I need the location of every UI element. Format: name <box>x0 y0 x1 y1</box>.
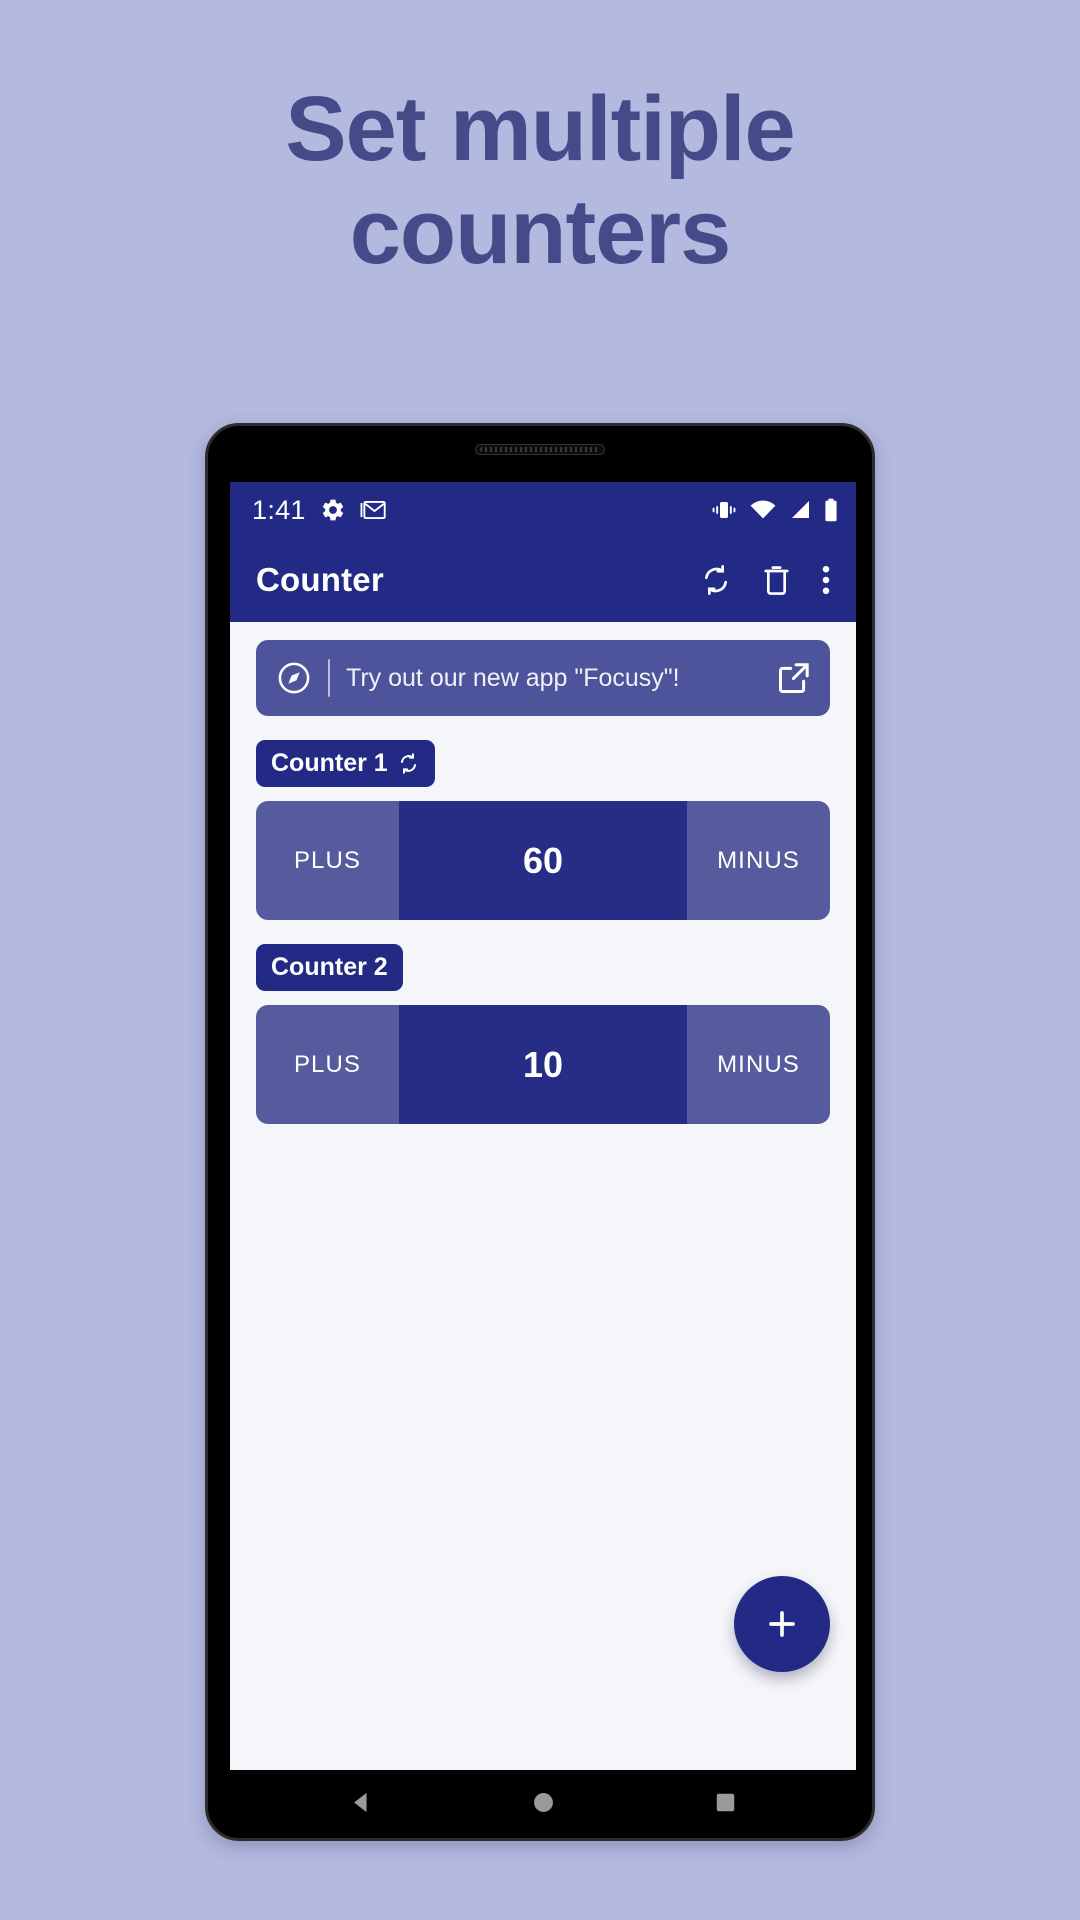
counter-chip-label: Counter 1 <box>271 749 388 777</box>
counter-row: PLUS 10 MINUS <box>256 1005 830 1124</box>
minus-button[interactable]: MINUS <box>687 801 830 920</box>
vibrate-icon <box>712 502 736 518</box>
counter-row: PLUS 60 MINUS <box>256 801 830 920</box>
counter-chip-label: Counter 2 <box>271 953 388 981</box>
counter-value[interactable]: 10 <box>399 1005 687 1124</box>
overflow-menu-icon[interactable] <box>820 563 832 597</box>
status-time: 1:41 <box>252 494 306 525</box>
status-bar-right <box>711 498 838 522</box>
promo-banner[interactable]: Try out our new app "Focusy"! <box>256 640 830 716</box>
earpiece-speaker <box>475 444 605 455</box>
status-bar-left: 1:41 <box>252 495 387 526</box>
promo-banner-text: Try out our new app "Focusy"! <box>346 663 680 692</box>
gmail-icon <box>360 500 386 520</box>
counter-list: Try out our new app "Focusy"! Counter 1 <box>230 622 856 1770</box>
reset-all-icon[interactable] <box>699 563 733 597</box>
page-title: Set multiple counters <box>0 0 1080 284</box>
battery-icon <box>825 498 837 522</box>
recents-square-icon[interactable] <box>713 1790 738 1815</box>
plus-button[interactable]: PLUS <box>256 801 399 920</box>
page-title-line-1: Set multiple <box>285 78 795 180</box>
plus-button[interactable]: PLUS <box>256 1005 399 1124</box>
app-bar: Counter <box>230 538 856 622</box>
wifi-icon <box>750 500 776 519</box>
phone-mockup: 1:41 Counter Try out our new app "Focusy… <box>205 423 875 1841</box>
minus-button[interactable]: MINUS <box>687 1005 830 1124</box>
home-circle-icon[interactable] <box>530 1789 557 1816</box>
phone-bezel: 1:41 Counter Try out our new app "Focusy… <box>208 426 872 1838</box>
status-bar: 1:41 <box>230 482 856 538</box>
plus-icon <box>769 1611 795 1637</box>
app-bar-actions <box>699 563 840 597</box>
promo-divider <box>328 659 330 697</box>
compass-icon <box>278 662 310 694</box>
counter-chip[interactable]: Counter 2 <box>256 944 403 991</box>
gear-icon <box>322 499 343 521</box>
counter-chip[interactable]: Counter 1 <box>256 740 435 787</box>
open-in-new-icon[interactable] <box>776 660 812 696</box>
page-title-line-2: counters <box>349 181 732 284</box>
speaker-grille <box>480 447 600 452</box>
phone-screen: 1:41 Counter Try out our new app "Focusy… <box>230 482 856 1770</box>
cell-signal-icon <box>792 501 809 518</box>
counter-reset-icon[interactable] <box>397 752 420 775</box>
android-nav-bar <box>230 1770 856 1834</box>
counter-value[interactable]: 60 <box>399 801 687 920</box>
back-triangle-icon[interactable] <box>348 1789 375 1816</box>
app-bar-title: Counter <box>256 561 384 598</box>
delete-all-icon[interactable] <box>761 563 792 597</box>
add-counter-fab[interactable] <box>734 1576 830 1672</box>
